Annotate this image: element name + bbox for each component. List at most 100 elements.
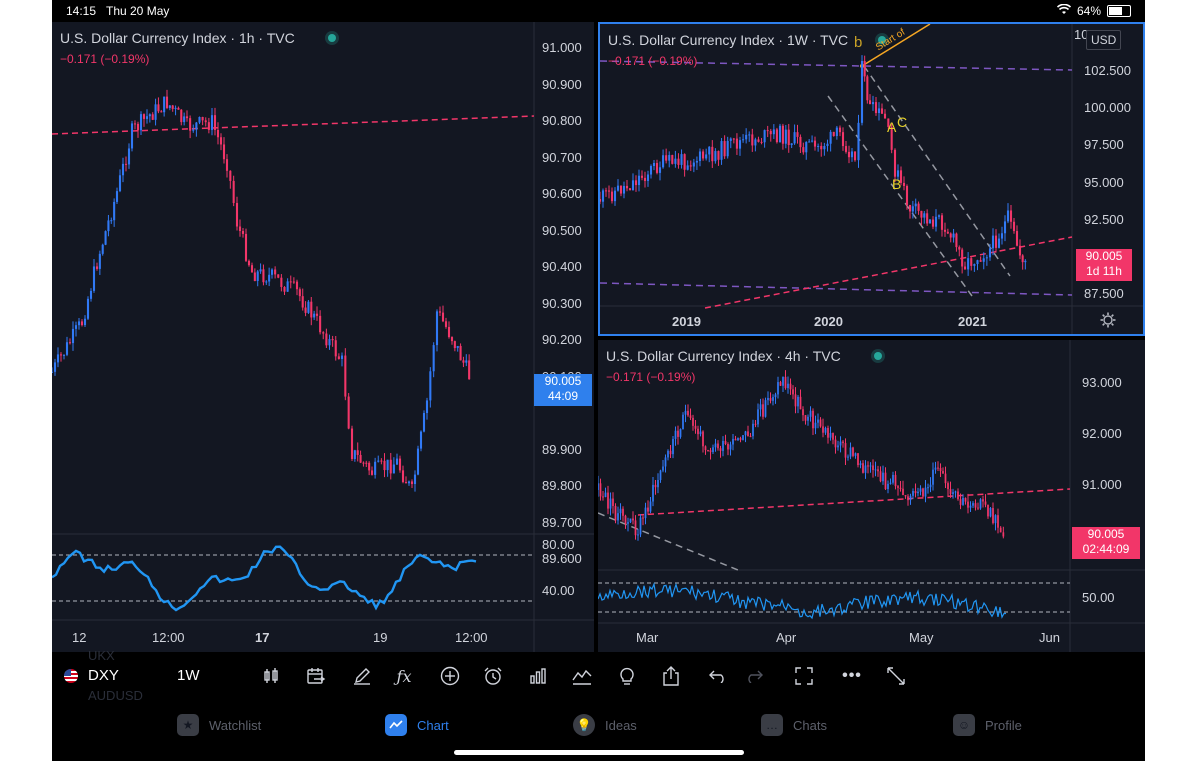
annotation-label[interactable]: B — [892, 176, 901, 192]
indicators-fx-icon[interactable]: ƒx — [392, 664, 416, 688]
candle-body — [313, 313, 316, 318]
chart-canvas-1w[interactable] — [600, 24, 1143, 334]
candle-body — [946, 231, 949, 234]
candle-body — [250, 265, 254, 273]
candle-body — [942, 471, 944, 474]
home-indicator[interactable] — [454, 750, 744, 755]
candle-body — [766, 130, 769, 132]
symbol-button[interactable]: DXY — [88, 667, 119, 684]
chart-panel-1h[interactable]: U.S. Dollar Currency Index · 1h · TVC −0… — [52, 22, 594, 652]
candle-body — [652, 484, 654, 502]
chart-canvas-4h[interactable] — [598, 340, 1145, 652]
candle-body — [987, 504, 989, 517]
candle-body — [787, 129, 790, 146]
ideas-bulb-icon[interactable] — [615, 664, 639, 688]
candle-body — [767, 397, 769, 401]
tab-profile[interactable]: ☺ Profile — [953, 714, 1022, 736]
expand-arrows-icon[interactable] — [884, 664, 908, 688]
candle-body — [997, 515, 999, 528]
candle-body — [1006, 210, 1010, 222]
candle-body — [634, 520, 637, 536]
candle-body — [874, 102, 878, 114]
annotation-label[interactable]: A — [887, 119, 896, 135]
candle-body — [869, 465, 872, 467]
candle-body — [952, 233, 955, 238]
candle-body — [456, 345, 459, 349]
candle-body — [365, 462, 368, 464]
candle-body — [444, 321, 448, 327]
candle-body — [939, 467, 942, 472]
candle-body — [1002, 532, 1005, 537]
candle-body — [669, 450, 672, 455]
us-flag-icon — [64, 669, 78, 683]
compare-calendar-icon[interactable] — [304, 664, 328, 688]
candle-body — [732, 138, 735, 140]
candle-body — [157, 104, 160, 112]
candle-body — [337, 356, 340, 359]
settings-gear-icon[interactable] — [1100, 312, 1116, 333]
candle-body — [877, 469, 879, 472]
candle-body — [668, 155, 671, 161]
candle-body — [807, 416, 809, 421]
candle-body — [1012, 221, 1016, 232]
candle-body — [707, 450, 709, 452]
undo-icon[interactable] — [706, 664, 730, 688]
candle-body — [328, 339, 331, 346]
candle-body — [322, 332, 325, 334]
candle-body — [779, 382, 782, 386]
chart-type-candles-icon[interactable] — [259, 664, 283, 688]
time-tick: 2020 — [814, 314, 843, 329]
candle-body — [407, 481, 411, 484]
candle-body — [631, 180, 635, 191]
currency-button[interactable]: USD — [1086, 30, 1122, 50]
chart-panel-1w[interactable]: U.S. Dollar Currency Index · 1W · TVC −0… — [598, 22, 1145, 336]
candle-body — [389, 459, 392, 474]
tab-chats[interactable]: … Chats — [761, 714, 827, 736]
candle-body — [142, 114, 146, 119]
interval-button[interactable]: 1W — [177, 667, 200, 684]
more-icon[interactable]: ••• — [840, 664, 864, 688]
tab-ideas[interactable]: 💡 Ideas — [573, 714, 637, 736]
candle-body — [752, 423, 754, 437]
candle-body — [86, 298, 90, 319]
candle-body — [857, 122, 860, 161]
candle-body — [307, 301, 310, 313]
annotation-label[interactable]: C — [897, 114, 907, 130]
add-plus-icon[interactable] — [438, 664, 462, 688]
tab-chart[interactable]: Chart — [385, 714, 449, 736]
tab-watchlist[interactable]: ★ Watchlist — [177, 714, 261, 736]
candle-body — [777, 382, 779, 395]
battery-percent: 64% — [1076, 4, 1101, 18]
candle-body — [902, 182, 906, 186]
candle-body — [754, 423, 757, 425]
annotation-label[interactable]: b — [854, 34, 862, 51]
time-tick: 19 — [373, 630, 388, 645]
candle-body — [643, 177, 647, 181]
trend-line[interactable] — [52, 115, 535, 135]
candle-body — [759, 404, 762, 410]
fullscreen-icon[interactable] — [792, 664, 816, 688]
candle-body — [614, 505, 617, 521]
price-tick: 90.700 — [542, 149, 582, 165]
candle-body — [65, 342, 69, 355]
chart-panel-4h[interactable]: U.S. Dollar Currency Index · 4h · TVC −0… — [598, 340, 1145, 652]
bar-chart-icon[interactable] — [526, 664, 550, 688]
candle-body — [949, 233, 952, 238]
chart-canvas-1h[interactable] — [52, 22, 594, 652]
candle-body — [628, 188, 632, 191]
candle-body — [868, 100, 872, 105]
candle-body — [866, 76, 869, 101]
candle-body — [937, 215, 941, 217]
redo-icon[interactable] — [742, 664, 766, 688]
line-chart-icon[interactable] — [570, 664, 594, 688]
candle-body — [904, 495, 907, 497]
drawing-pen-icon[interactable] — [350, 664, 374, 688]
candle-body — [262, 269, 265, 283]
alarm-clock-icon[interactable] — [481, 664, 505, 688]
candle-body — [734, 438, 737, 441]
candle-body — [192, 129, 195, 131]
candle-body — [413, 474, 417, 485]
candle-body — [792, 389, 794, 395]
candle-body — [961, 249, 964, 267]
share-icon[interactable] — [659, 664, 683, 688]
